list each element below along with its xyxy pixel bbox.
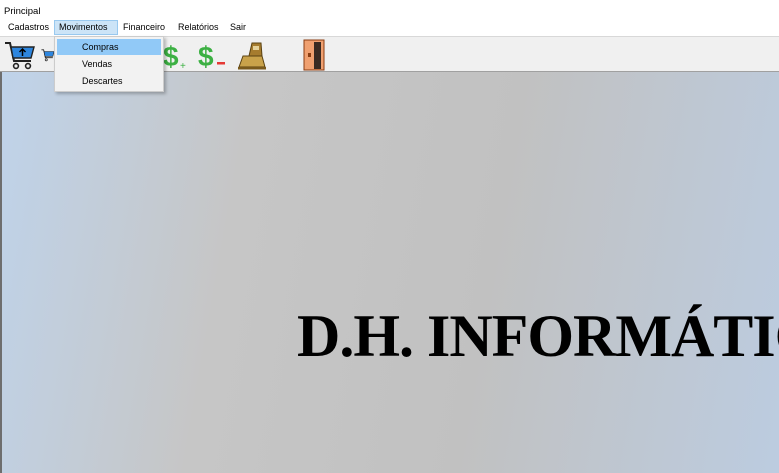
cash-register-button[interactable] [236, 39, 268, 71]
cash-register-icon [238, 42, 266, 70]
movimentos-dropdown: Compras Vendas Descartes [54, 36, 164, 92]
menu-cadastros[interactable]: Cadastros [4, 20, 53, 35]
exit-button[interactable] [302, 39, 326, 71]
svg-text:$: $ [163, 41, 179, 71]
svg-text:$: $ [198, 41, 214, 71]
main-area: D.H. INFORMÁTICA [0, 72, 779, 473]
menu-bar: Cadastros Movimentos Financeiro Relatóri… [0, 19, 779, 36]
dollar-minus-icon: $ [198, 41, 225, 71]
menu-item-vendas[interactable]: Vendas [57, 56, 161, 72]
shopping-cart-icon [41, 49, 55, 62]
window-title: Principal [4, 6, 41, 17]
purchases-button[interactable] [3, 39, 37, 71]
dollar-plus-icon: $ + [163, 41, 186, 71]
svg-text:+: + [180, 61, 186, 71]
company-banner: D.H. INFORMÁTICA [297, 303, 779, 369]
menu-financeiro[interactable]: Financeiro [119, 20, 169, 35]
menu-sair[interactable]: Sair [226, 20, 250, 35]
menu-item-descartes[interactable]: Descartes [57, 73, 161, 89]
exit-door-icon [303, 39, 325, 71]
title-bar: Principal [0, 0, 779, 19]
menu-item-compras[interactable]: Compras [57, 39, 161, 55]
expense-button[interactable]: $ [197, 39, 229, 71]
shopping-cart-up-icon [5, 42, 35, 70]
menu-movimentos[interactable]: Movimentos [54, 20, 118, 35]
menu-relatorios[interactable]: Relatórios [174, 20, 223, 35]
sales-button[interactable] [41, 39, 55, 71]
income-button[interactable]: $ + [162, 39, 190, 71]
